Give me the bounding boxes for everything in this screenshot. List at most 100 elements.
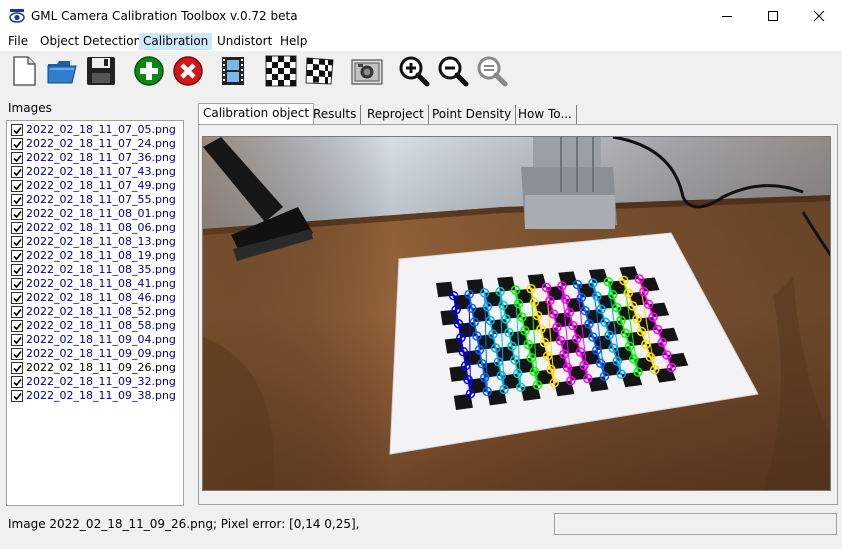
image-list-item[interactable]: 2022_02_18_11_08_13.png: [11, 235, 176, 249]
image-checkbox[interactable]: [11, 334, 23, 346]
tab-results[interactable]: Results: [309, 105, 362, 124]
image-checkbox[interactable]: [11, 376, 23, 388]
image-checkbox[interactable]: [11, 208, 23, 220]
corner-center-dot: [459, 336, 463, 340]
corner-center-dot: [536, 314, 539, 317]
image-list[interactable]: 2022_02_18_11_07_05.png 2022_02_18_11_07_…: [6, 120, 184, 506]
add-button[interactable]: [132, 53, 166, 89]
image-list-item[interactable]: 2022_02_18_11_09_26.png: [11, 361, 176, 375]
checkmark-icon: [12, 392, 22, 400]
corner-center-dot: [483, 376, 486, 379]
image-checkbox[interactable]: [11, 306, 23, 318]
corner-center-dot: [507, 331, 511, 334]
corner-center-dot: [513, 358, 517, 362]
window-title: GML Camera Calibration Toolbox v.0.72 be…: [31, 9, 298, 23]
detect-distorted-checkerboard-button[interactable]: [303, 53, 337, 89]
corner-center-dot: [599, 307, 603, 311]
corner-center-dot: [640, 330, 643, 333]
corner-center-dot: [523, 329, 527, 333]
camera-icon: [351, 59, 383, 85]
zoom-reset-icon: [477, 56, 508, 87]
detect-checkerboard-button[interactable]: [264, 53, 298, 89]
corner-center-dot: [615, 359, 619, 363]
open-button[interactable]: [45, 53, 79, 89]
image-checkbox[interactable]: [11, 264, 23, 276]
image-checkbox[interactable]: [11, 222, 23, 234]
image-list-item[interactable]: 2022_02_18_11_07_05.png: [11, 123, 176, 137]
image-list-item[interactable]: 2022_02_18_11_08_41.png: [11, 277, 176, 291]
image-list-item[interactable]: 2022_02_18_11_08_58.png: [11, 319, 176, 333]
remove-button[interactable]: [171, 53, 205, 89]
image-filename: 2022_02_18_11_08_06.png: [26, 221, 176, 234]
image-checkbox[interactable]: [11, 236, 23, 248]
corner-center-dot: [562, 352, 566, 356]
minimize-button[interactable]: [704, 0, 750, 32]
corner-center-dot: [473, 320, 476, 324]
menu-file[interactable]: File: [4, 33, 32, 50]
image-list-item[interactable]: 2022_02_18_11_08_01.png: [11, 207, 176, 221]
maximize-button[interactable]: [750, 0, 796, 32]
image-list-item[interactable]: 2022_02_18_11_07_55.png: [11, 193, 176, 207]
corner-center-dot: [546, 354, 549, 358]
corner-center-dot: [611, 293, 614, 296]
image-list-item[interactable]: 2022_02_18_11_07_36.png: [11, 151, 176, 165]
menu-undistort[interactable]: Undistort: [213, 33, 276, 50]
corner-center-dot: [628, 344, 631, 348]
corner-center-dot: [599, 361, 602, 365]
menu-object-detection[interactable]: Object Detection: [36, 33, 145, 50]
camera-button[interactable]: [350, 53, 384, 89]
image-list-item[interactable]: 2022_02_18_11_07_49.png: [11, 179, 176, 193]
image-checkbox[interactable]: [11, 124, 23, 136]
image-checkbox[interactable]: [11, 362, 23, 374]
image-checkbox[interactable]: [11, 278, 23, 290]
tab-calibration-object[interactable]: Calibration object: [198, 103, 315, 124]
image-checkbox[interactable]: [11, 166, 23, 178]
image-list-item[interactable]: 2022_02_18_11_08_46.png: [11, 291, 176, 305]
image-list-item[interactable]: 2022_02_18_11_08_19.png: [11, 249, 176, 263]
corner-center-dot: [665, 353, 669, 357]
image-checkbox[interactable]: [11, 194, 23, 206]
image-checkbox[interactable]: [11, 390, 23, 402]
zoom-in-button[interactable]: [397, 53, 431, 89]
image-checkbox[interactable]: [11, 138, 23, 150]
corner-center-dot: [559, 339, 562, 342]
image-list-item[interactable]: 2022_02_18_11_07_43.png: [11, 165, 176, 179]
menu-help[interactable]: Help: [276, 33, 311, 50]
corner-center-dot: [586, 377, 590, 380]
image-checkbox[interactable]: [11, 292, 23, 304]
image-checkbox[interactable]: [11, 320, 23, 332]
save-button[interactable]: [84, 53, 118, 89]
image-list-item[interactable]: 2022_02_18_11_09_04.png: [11, 333, 176, 347]
new-button[interactable]: [7, 53, 41, 89]
image-list-item[interactable]: 2022_02_18_11_09_32.png: [11, 375, 176, 389]
video-button[interactable]: [216, 53, 250, 89]
image-list-item[interactable]: 2022_02_18_11_09_38.png: [11, 389, 176, 403]
image-filename: 2022_02_18_11_07_43.png: [26, 165, 176, 178]
image-checkbox[interactable]: [11, 250, 23, 262]
tab-reproject[interactable]: Reproject: [363, 105, 429, 124]
image-checkbox[interactable]: [11, 348, 23, 360]
image-list-item[interactable]: 2022_02_18_11_08_06.png: [11, 221, 176, 235]
image-list-item[interactable]: 2022_02_18_11_08_35.png: [11, 263, 176, 277]
zoom-reset-button[interactable]: [475, 53, 509, 89]
checkmark-icon: [12, 322, 22, 330]
close-button[interactable]: [796, 0, 842, 32]
image-checkbox[interactable]: [11, 152, 23, 164]
tab-how-to[interactable]: How To...: [514, 105, 577, 124]
zoom-out-button[interactable]: [436, 53, 470, 89]
toolbar: [0, 51, 842, 93]
corner-center-dot: [615, 306, 619, 309]
checkmark-icon: [12, 238, 22, 246]
tab-point-density[interactable]: Point Density: [428, 105, 517, 124]
image-list-item[interactable]: 2022_02_18_11_07_24.png: [11, 137, 176, 151]
corner-center-dot: [529, 287, 533, 291]
image-list-item[interactable]: 2022_02_18_11_09_09.png: [11, 347, 176, 361]
image-checkbox[interactable]: [11, 180, 23, 192]
image-list-item[interactable]: 2022_02_18_11_08_52.png: [11, 305, 176, 319]
corner-center-dot: [611, 346, 615, 350]
image-filename: 2022_02_18_11_07_24.png: [26, 137, 176, 150]
corner-center-dot: [517, 302, 520, 305]
checker-square: [487, 389, 507, 406]
corner-center-dot: [591, 281, 595, 285]
menu-calibration[interactable]: Calibration: [139, 33, 213, 50]
